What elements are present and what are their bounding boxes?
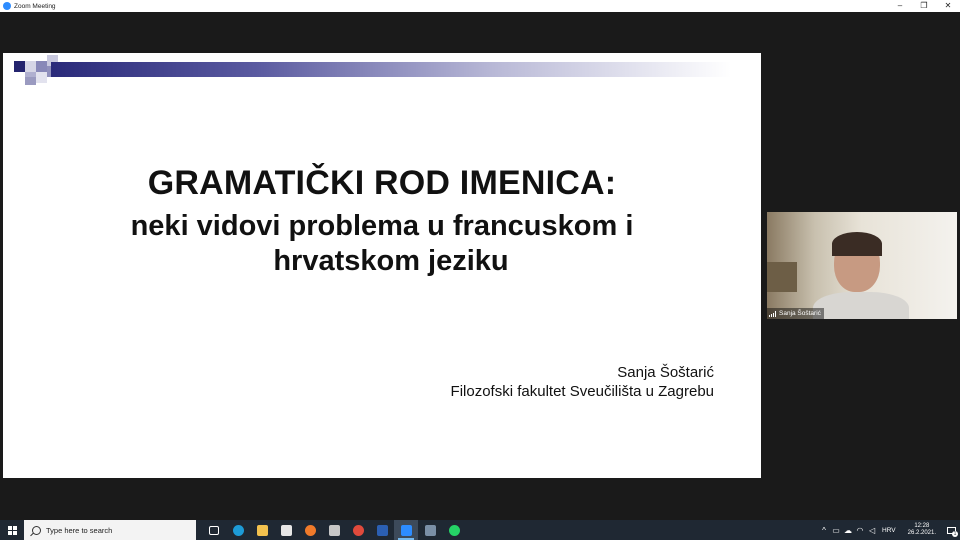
zoom-logo-icon <box>3 2 11 10</box>
battery-icon[interactable]: ▭ <box>830 520 842 540</box>
clock-date: 26.2.2021. <box>907 530 936 536</box>
window-title: Zoom Meeting <box>14 2 56 10</box>
windows-logo-icon <box>7 525 17 535</box>
clock[interactable]: 12:28 26.2.2021. <box>902 523 942 537</box>
start-button[interactable] <box>0 520 24 540</box>
calculator-icon <box>424 524 436 536</box>
participant-name-bar: Sanja Šoštarić <box>767 308 824 319</box>
firefox-icon <box>304 524 316 536</box>
shared-screen-slide: GRAMATIČKI ROD IMENICA: neki vidovi prob… <box>3 53 761 478</box>
app-icon <box>328 524 340 536</box>
taskbar-app-firefox[interactable] <box>298 520 322 540</box>
slide-subtitle-line2: hrvatskom jeziku <box>273 245 509 277</box>
taskbar-app-word[interactable] <box>370 520 394 540</box>
slide-decoration <box>36 72 47 83</box>
file-explorer-icon <box>256 524 268 536</box>
search-placeholder: Type here to search <box>46 525 113 535</box>
clock-time: 12:28 <box>914 523 930 529</box>
slide-decoration <box>36 61 47 72</box>
taskbar-app-chrome[interactable] <box>346 520 370 540</box>
chevron-up-icon[interactable]: ^ <box>818 520 830 540</box>
meeting-area: GRAMATIČKI ROD IMENICA: neki vidovi prob… <box>0 12 960 520</box>
system-tray: ^ ▭ ☁ ◠ ◁ HRV 12:28 26.2.2021. 1 <box>818 520 960 540</box>
input-language[interactable]: HRV <box>878 527 902 534</box>
taskbar-app-app[interactable] <box>322 520 346 540</box>
window-controls: – ❐ ✕ <box>888 0 960 12</box>
slide-title: GRAMATIČKI ROD IMENICA: <box>147 164 617 202</box>
action-center-button[interactable]: 1 <box>942 520 960 540</box>
slide-affiliation: Filozofski fakultet Sveučilišta u Zagreb… <box>450 383 714 400</box>
participant-body <box>813 292 909 319</box>
zoom-icon <box>400 524 412 536</box>
taskbar-app-zoom[interactable] <box>394 520 418 540</box>
task-view-icon <box>209 525 219 535</box>
participant-video[interactable]: Sanja Šoštarić <box>767 212 957 319</box>
restore-button[interactable]: ❐ <box>912 0 936 12</box>
store-icon <box>280 524 292 536</box>
word-icon <box>376 524 388 536</box>
connection-signal-icon <box>769 310 776 317</box>
whatsapp-icon <box>448 524 460 536</box>
wifi-icon[interactable]: ◠ <box>854 520 866 540</box>
taskbar-app-task-view[interactable] <box>202 520 226 540</box>
participant-hair <box>832 232 882 256</box>
notification-count: 1 <box>952 531 958 537</box>
taskbar-app-store[interactable] <box>274 520 298 540</box>
slide-header-banner <box>51 62 731 77</box>
taskbar-search-box[interactable]: Type here to search <box>24 520 196 540</box>
taskbar-app-file-explorer[interactable] <box>250 520 274 540</box>
onedrive-icon[interactable]: ☁ <box>842 520 854 540</box>
taskbar-app-edge[interactable] <box>226 520 250 540</box>
slide-author: Sanja Šoštarić <box>617 364 714 381</box>
minimize-button[interactable]: – <box>888 0 912 12</box>
search-icon <box>32 525 41 535</box>
taskbar-app-calculator[interactable] <box>418 520 442 540</box>
slide-decoration <box>25 77 36 85</box>
participant-name: Sanja Šoštarić <box>779 310 821 317</box>
background-shelf <box>767 262 797 292</box>
windows-taskbar: Type here to search ^ ▭ ☁ ◠ ◁ HRV 12:28 … <box>0 520 960 540</box>
slide-decoration <box>25 61 36 72</box>
slide-decoration <box>14 61 25 72</box>
window-title-bar: Zoom Meeting – ❐ ✕ <box>0 0 960 12</box>
close-button[interactable]: ✕ <box>936 0 960 12</box>
slide-subtitle-line1: neki vidovi problema u francuskom i <box>130 210 634 242</box>
volume-icon[interactable]: ◁ <box>866 520 878 540</box>
taskbar-apps <box>202 520 466 540</box>
edge-icon <box>232 524 244 536</box>
chrome-icon <box>352 524 364 536</box>
taskbar-app-whatsapp[interactable] <box>442 520 466 540</box>
